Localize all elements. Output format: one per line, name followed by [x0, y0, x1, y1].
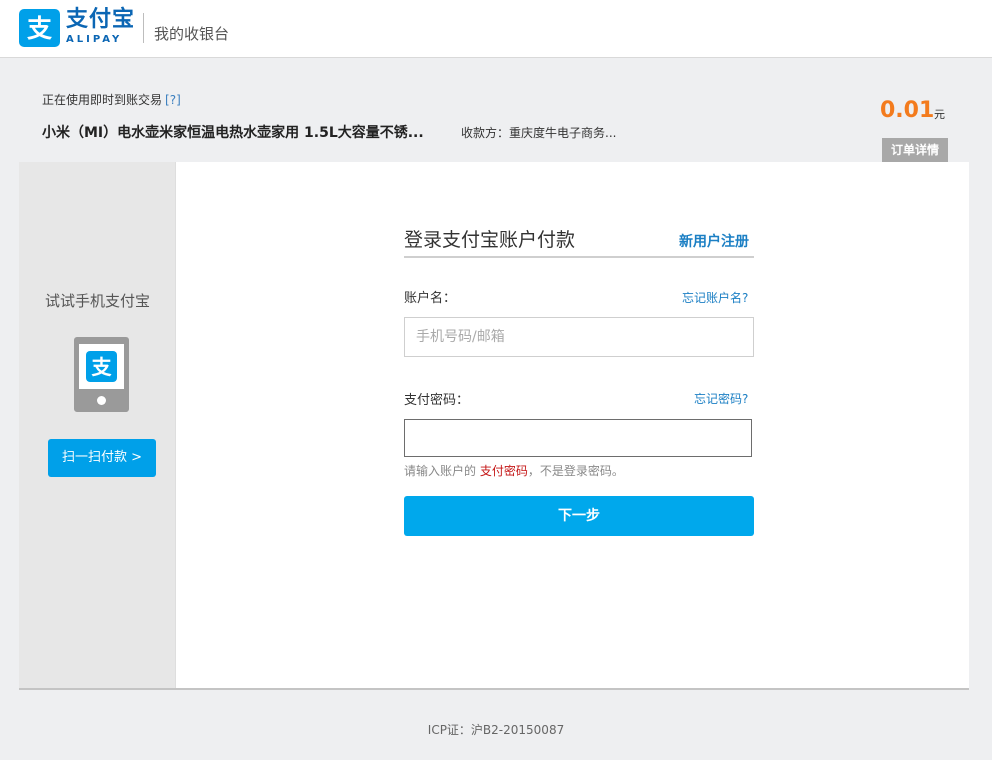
sidebar-title: 试试手机支付宝: [44, 292, 150, 310]
logo-glyph-text: 支: [27, 14, 52, 43]
panel-bottom-border: [19, 688, 969, 690]
hint-suffix: ，不是登录密码。: [527, 464, 624, 478]
help-link[interactable]: [?]: [165, 93, 181, 107]
login-title: 登录支付宝账户付款: [404, 229, 576, 251]
forgot-account-link[interactable]: 忘记账户名?: [682, 290, 748, 306]
icp-license: ICP证：沪B2-20150087: [427, 723, 565, 737]
scan-to-pay-button[interactable]: 扫一扫付款 >: [48, 439, 156, 477]
transaction-type: 正在使用即时到账交易 [?]: [42, 92, 181, 108]
phone-home-button: [97, 396, 106, 405]
order-detail-tab[interactable]: 订单详情: [882, 138, 948, 162]
account-input[interactable]: [404, 317, 754, 357]
phone-icon: 支: [74, 337, 129, 412]
title-divider: [404, 256, 754, 258]
order-amount: 0.01: [880, 98, 935, 123]
payment-password-input[interactable]: [404, 419, 752, 457]
app-glyph-text: 支: [92, 355, 113, 379]
alipay-logo-glyph: 支: [27, 14, 52, 43]
top-header: 支 支付宝 ALIPAY 我的收银台: [0, 0, 992, 58]
brand-name-cn: 支付宝: [66, 7, 136, 32]
mobile-pay-sidebar: 试试手机支付宝 支 扫一扫付款 >: [19, 162, 176, 688]
page-title: 我的收银台: [154, 25, 230, 43]
account-label: 账户名：: [404, 291, 457, 306]
phone-screen: 支: [79, 344, 124, 389]
payee-name: 收款方：重庆度牛电子商务...: [461, 126, 617, 140]
hint-emphasis: 支付密码: [479, 464, 528, 478]
amount-unit: 元: [934, 108, 945, 121]
payment-panel: 试试手机支付宝 支 扫一扫付款 > 登录支付宝账户付款 新用户注册 账户名： 忘…: [19, 162, 969, 688]
brand-name-en: ALIPAY: [66, 34, 123, 45]
alipay-app-icon: 支: [86, 351, 117, 382]
password-label: 支付密码：: [404, 393, 470, 408]
header-divider: [143, 13, 144, 43]
forgot-password-link[interactable]: 忘记密码?: [694, 391, 748, 407]
transaction-type-text: 正在使用即时到账交易: [42, 93, 163, 107]
next-step-button[interactable]: 下一步: [404, 496, 754, 536]
password-hint: 请输入账户的 支付密码，不是登录密码。: [404, 463, 624, 479]
brand-logotype[interactable]: 支付宝 ALIPAY: [66, 8, 135, 47]
register-link[interactable]: 新用户注册: [679, 233, 749, 251]
hint-prefix: 请输入账户的: [404, 464, 480, 478]
alipay-logo-icon[interactable]: 支: [19, 9, 60, 47]
order-item-name: 小米（MI）电水壶米家恒温电热水壶家用 1.5L大容量不锈...: [42, 125, 424, 141]
app-glyph: 支: [92, 355, 113, 379]
